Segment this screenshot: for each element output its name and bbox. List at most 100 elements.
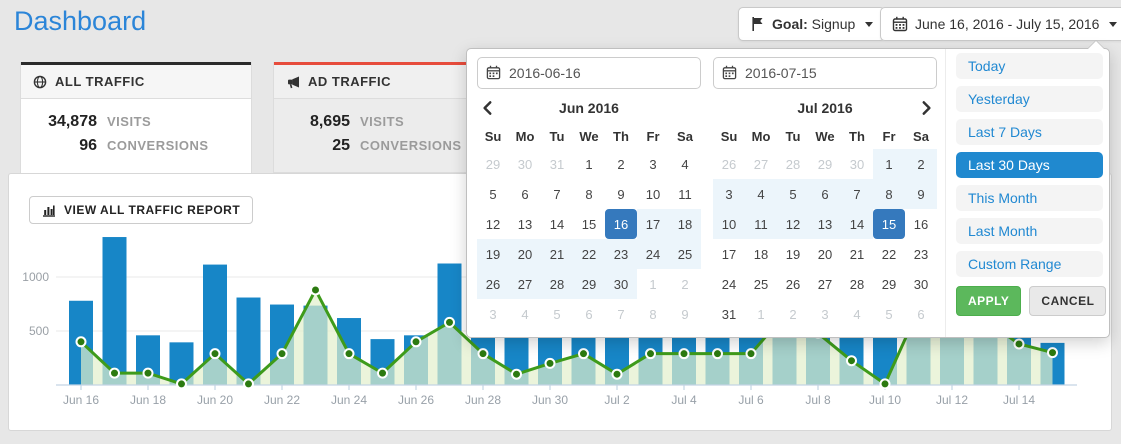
calendar-day[interactable]: 1 [573, 149, 605, 179]
calendar-day[interactable]: 3 [477, 299, 509, 329]
calendar-day[interactable]: 27 [509, 269, 541, 299]
calendar-day[interactable]: 8 [637, 299, 669, 329]
calendar-day[interactable]: 11 [669, 179, 701, 209]
calendar-day[interactable]: 6 [573, 299, 605, 329]
calendar-day[interactable]: 7 [605, 299, 637, 329]
calendar-day[interactable]: 21 [841, 239, 873, 269]
calendar-day[interactable]: 2 [605, 149, 637, 179]
calendar-day[interactable]: 1 [745, 299, 777, 329]
calendar-day[interactable]: 2 [777, 299, 809, 329]
calendar-day[interactable]: 6 [509, 179, 541, 209]
calendar-day[interactable]: 22 [873, 239, 905, 269]
calendar-day[interactable]: 4 [669, 149, 701, 179]
calendar-day[interactable]: 23 [605, 239, 637, 269]
calendar-day[interactable]: 13 [509, 209, 541, 239]
calendar-day[interactable]: 20 [509, 239, 541, 269]
calendar-day[interactable]: 8 [873, 179, 905, 209]
calendar-day[interactable]: 28 [841, 269, 873, 299]
calendar-day[interactable]: 8 [573, 179, 605, 209]
calendar-day[interactable]: 28 [777, 149, 809, 179]
prev-month-icon[interactable] [479, 99, 497, 117]
calendar-day[interactable]: 21 [541, 239, 573, 269]
calendar-day[interactable]: 3 [809, 299, 841, 329]
all-traffic-card[interactable]: ALL TRAFFIC 34,878VISITS 96CONVERSIONS [20, 62, 252, 173]
calendar-day[interactable]: 24 [713, 269, 745, 299]
calendar-day[interactable]: 26 [777, 269, 809, 299]
calendar-day[interactable]: 25 [669, 239, 701, 269]
calendar-day[interactable]: 12 [477, 209, 509, 239]
calendar-day[interactable]: 3 [713, 179, 745, 209]
range-option-last-30-days[interactable]: Last 30 Days [956, 152, 1103, 178]
range-option-today[interactable]: Today [956, 53, 1103, 79]
range-option-yesterday[interactable]: Yesterday [956, 86, 1103, 112]
calendar-day[interactable]: 30 [905, 269, 937, 299]
calendar-day[interactable]: 23 [905, 239, 937, 269]
range-option-this-month[interactable]: This Month [956, 185, 1103, 211]
calendar-day[interactable]: 1 [637, 269, 669, 299]
calendar-day[interactable]: 14 [841, 209, 873, 239]
calendar-day[interactable]: 10 [637, 179, 669, 209]
calendar-day[interactable]: 31 [541, 149, 573, 179]
calendar-day[interactable]: 10 [713, 209, 745, 239]
calendar-day[interactable]: 11 [745, 209, 777, 239]
calendar-day[interactable]: 7 [541, 179, 573, 209]
calendar-day[interactable]: 14 [541, 209, 573, 239]
calendar-day[interactable]: 12 [777, 209, 809, 239]
range-option-custom-range[interactable]: Custom Range [956, 251, 1103, 277]
calendar-day[interactable]: 4 [509, 299, 541, 329]
end-date-input[interactable] [713, 57, 937, 89]
calendar-day[interactable]: 6 [905, 299, 937, 329]
calendar-day-selected[interactable]: 16 [605, 209, 637, 239]
calendar-day[interactable]: 29 [873, 269, 905, 299]
calendar-day[interactable]: 15 [573, 209, 605, 239]
calendar-day[interactable]: 26 [713, 149, 745, 179]
next-month-icon[interactable] [917, 99, 935, 117]
calendar-day[interactable]: 30 [509, 149, 541, 179]
calendar-day[interactable]: 25 [745, 269, 777, 299]
start-date-input[interactable] [477, 57, 701, 89]
calendar-day[interactable]: 1 [873, 149, 905, 179]
calendar-day[interactable]: 30 [841, 149, 873, 179]
calendar-day[interactable]: 27 [809, 269, 841, 299]
calendar-day[interactable]: 18 [745, 239, 777, 269]
calendar-day[interactable]: 24 [637, 239, 669, 269]
date-range-button[interactable]: June 16, 2016 - July 15, 2016 [880, 7, 1121, 41]
calendar-day[interactable]: 4 [745, 179, 777, 209]
calendar-day[interactable]: 29 [573, 269, 605, 299]
calendar-day[interactable]: 29 [809, 149, 841, 179]
calendar-day[interactable]: 26 [477, 269, 509, 299]
calendar-day[interactable]: 17 [637, 209, 669, 239]
calendar-day[interactable]: 22 [573, 239, 605, 269]
calendar-day[interactable]: 29 [477, 149, 509, 179]
calendar-day[interactable]: 5 [477, 179, 509, 209]
calendar-day[interactable]: 9 [905, 179, 937, 209]
calendar-day[interactable]: 9 [605, 179, 637, 209]
calendar-day[interactable]: 20 [809, 239, 841, 269]
calendar-day[interactable]: 28 [541, 269, 573, 299]
calendar-day[interactable]: 4 [841, 299, 873, 329]
calendar-day[interactable]: 19 [477, 239, 509, 269]
calendar-day[interactable]: 3 [637, 149, 669, 179]
calendar-day[interactable]: 5 [777, 179, 809, 209]
calendar-day[interactable]: 17 [713, 239, 745, 269]
calendar-day[interactable]: 27 [745, 149, 777, 179]
apply-button[interactable]: APPLY [956, 286, 1021, 316]
cancel-button[interactable]: CANCEL [1029, 286, 1106, 316]
calendar-day[interactable]: 16 [905, 209, 937, 239]
calendar-day-selected[interactable]: 15 [873, 209, 905, 239]
calendar-day[interactable]: 31 [713, 299, 745, 329]
calendar-day[interactable]: 5 [873, 299, 905, 329]
calendar-day[interactable]: 18 [669, 209, 701, 239]
range-option-last-month[interactable]: Last Month [956, 218, 1103, 244]
calendar-day[interactable]: 5 [541, 299, 573, 329]
calendar-day[interactable]: 2 [669, 269, 701, 299]
calendar-day[interactable]: 6 [809, 179, 841, 209]
calendar-day[interactable]: 30 [605, 269, 637, 299]
calendar-day[interactable]: 9 [669, 299, 701, 329]
calendar-day[interactable]: 7 [841, 179, 873, 209]
goal-dropdown-button[interactable]: Goal: Signup [738, 7, 885, 41]
calendar-day[interactable]: 2 [905, 149, 937, 179]
calendar-day[interactable]: 19 [777, 239, 809, 269]
range-option-last-7-days[interactable]: Last 7 Days [956, 119, 1103, 145]
calendar-day[interactable]: 13 [809, 209, 841, 239]
